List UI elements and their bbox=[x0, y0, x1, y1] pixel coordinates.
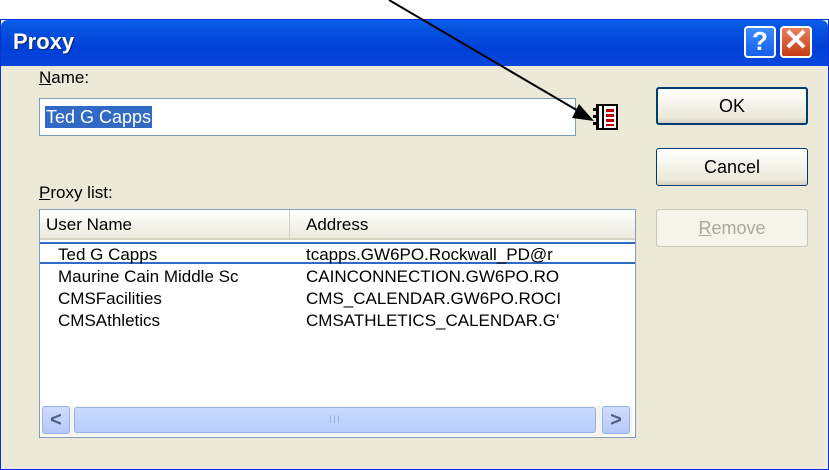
address-book-button[interactable] bbox=[587, 98, 625, 136]
help-button[interactable]: ? bbox=[744, 26, 776, 58]
window-title: Proxy bbox=[13, 29, 75, 54]
list-header: User Name Address bbox=[40, 210, 635, 240]
ok-button[interactable]: OK bbox=[656, 87, 808, 125]
column-header-user-name[interactable]: User Name bbox=[40, 210, 290, 238]
table-row[interactable]: Ted G Capps tcapps.GW6PO.Rockwall_PD@r bbox=[40, 242, 635, 264]
cell-address: tcapps.GW6PO.Rockwall_PD@r bbox=[306, 245, 553, 264]
name-input[interactable]: Ted G Capps bbox=[39, 98, 576, 136]
grip-icon: III bbox=[328, 414, 342, 426]
cell-user-name: CMSAthletics bbox=[58, 311, 161, 330]
column-header-address[interactable]: Address bbox=[290, 210, 635, 238]
table-row[interactable]: Maurine Cain Middle Sc CAINCONNECTION.GW… bbox=[40, 266, 635, 288]
cell-user-name: Maurine Cain Middle Sc bbox=[58, 267, 239, 286]
proxy-list[interactable]: User Name Address Ted G Capps tcapps.GW6… bbox=[39, 209, 636, 438]
scrollbar-thumb[interactable]: III bbox=[74, 407, 596, 433]
close-button[interactable]: ✕ bbox=[780, 26, 812, 58]
cell-address: CMS_CALENDAR.GW6PO.ROCI bbox=[306, 289, 562, 308]
name-input-value: Ted G Capps bbox=[45, 106, 153, 128]
table-row[interactable]: CMSAthletics CMSATHLETICS_CALENDAR.G' bbox=[40, 310, 635, 332]
cell-user-name: Ted G Capps bbox=[58, 245, 158, 264]
address-book-icon bbox=[593, 104, 618, 130]
chevron-right-icon: > bbox=[610, 409, 622, 431]
close-icon: ✕ bbox=[783, 24, 809, 57]
name-label: Name: bbox=[39, 68, 90, 87]
cell-address: CMSATHLETICS_CALENDAR.G' bbox=[306, 311, 560, 330]
cell-address: CAINCONNECTION.GW6PO.RO bbox=[306, 267, 560, 286]
cancel-button[interactable]: Cancel bbox=[656, 148, 808, 186]
scroll-right-button[interactable]: > bbox=[602, 406, 630, 434]
horizontal-scrollbar[interactable]: < III > bbox=[42, 406, 632, 436]
proxy-list-label: Proxy list: bbox=[39, 183, 113, 202]
scroll-left-button[interactable]: < bbox=[42, 406, 70, 434]
chevron-left-icon: < bbox=[50, 409, 62, 431]
help-icon: ? bbox=[752, 26, 768, 56]
remove-button[interactable]: Remove bbox=[656, 209, 808, 247]
title-bar: Proxy ? ✕ bbox=[1, 20, 828, 66]
cell-user-name: CMSFacilities bbox=[58, 289, 162, 308]
table-row[interactable]: CMSFacilities CMS_CALENDAR.GW6PO.ROCI bbox=[40, 288, 635, 310]
